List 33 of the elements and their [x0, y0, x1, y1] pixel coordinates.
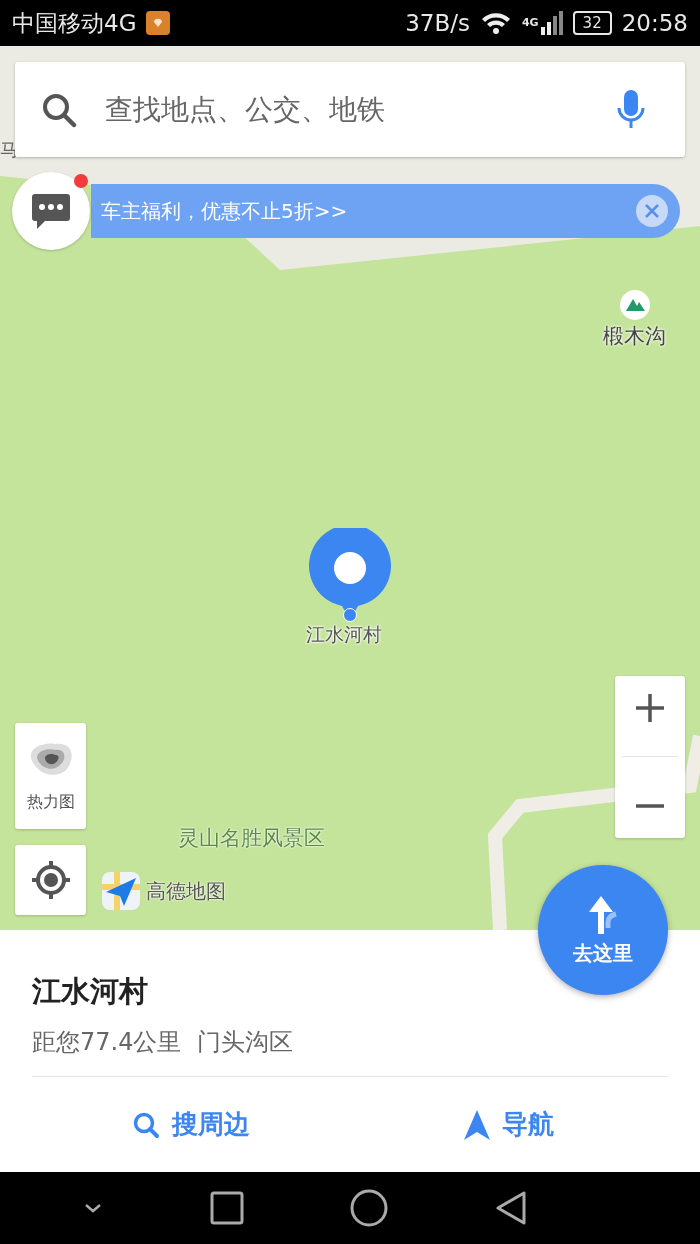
battery-level: 32	[572, 11, 612, 35]
clock-time: 20:58	[621, 10, 688, 36]
mountain-icon	[619, 290, 650, 320]
navigation-arrow-icon	[464, 1109, 490, 1140]
map-poi-label[interactable]: 椴木沟	[603, 322, 666, 350]
search-icon	[132, 1110, 160, 1139]
search-bar[interactable]: 查找地点、公交、地铁	[15, 62, 685, 157]
zoom-in-icon[interactable]	[634, 692, 666, 725]
carrier-text: 中国移动4G	[12, 8, 137, 38]
network-speed: 37B/s	[405, 10, 470, 36]
crosshair-icon	[29, 859, 72, 901]
map-logo-text: 高德地图	[146, 877, 226, 905]
promo-text: 车主福利，优惠不止5折>>	[101, 197, 348, 225]
heatmap-button[interactable]: 热力图	[15, 723, 86, 829]
locate-button[interactable]	[15, 845, 86, 915]
signal-icon	[540, 11, 563, 35]
microphone-icon[interactable]	[617, 89, 645, 130]
search-icon	[41, 91, 77, 128]
map-area-label: 灵山名胜风景区	[178, 825, 325, 852]
chat-icon	[31, 192, 71, 230]
home-circle-icon[interactable]	[350, 1189, 389, 1227]
network-type: 4G	[521, 16, 539, 29]
back-triangle-icon[interactable]	[494, 1190, 527, 1226]
place-name: 江水河村	[32, 973, 149, 1010]
search-placeholder: 查找地点、公交、地铁	[105, 91, 386, 128]
map-logo-icon	[102, 872, 140, 910]
action-button[interactable]: 搜周边	[32, 1077, 350, 1172]
app-notification-icon	[146, 11, 171, 35]
place-detail: 距您77.4公里 门头沟区	[32, 1026, 668, 1077]
map-place-label: 江水河村	[306, 623, 382, 645]
promo-banner[interactable]: 车主福利，优惠不止5折>>	[91, 184, 680, 238]
action-button[interactable]: 导航	[350, 1077, 668, 1172]
square-icon[interactable]	[209, 1191, 244, 1225]
